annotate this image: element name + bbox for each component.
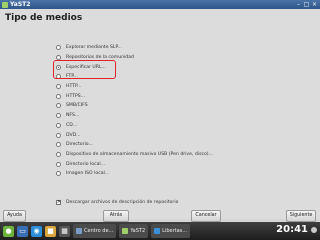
option-label: SMB/CIFS — [66, 103, 88, 109]
option-cd[interactable]: CD... — [56, 121, 213, 131]
checkbox-label: Descargar archivos de descripción de rep… — [66, 200, 179, 205]
maximize-icon[interactable]: □ — [303, 1, 310, 8]
option-label: Explorar mediante SLP... — [66, 45, 122, 51]
option-local-iso[interactable]: Imagen ISO local... — [56, 169, 213, 179]
minimize-icon[interactable]: – — [295, 1, 302, 8]
option-label: Dispositivo de almacenamiento masivo USB… — [66, 151, 213, 157]
option-label: NFS... — [66, 113, 80, 119]
close-icon[interactable]: × — [311, 1, 318, 8]
option-dvd[interactable]: DVD... — [56, 130, 213, 140]
radio-button[interactable] — [56, 113, 61, 119]
yast-icon — [122, 228, 129, 234]
radio-button[interactable] — [56, 103, 61, 109]
option-local-directory[interactable]: Directorio local... — [56, 159, 213, 169]
option-usb[interactable]: Dispositivo de almacenamiento masivo USB… — [56, 150, 213, 160]
download-description-checkbox-row[interactable]: ✕ Descargar archivos de descripción de r… — [56, 200, 178, 205]
window-controls: – □ × — [295, 1, 318, 8]
radio-button[interactable] — [56, 142, 61, 148]
download-description-checkbox[interactable]: ✕ — [56, 200, 61, 205]
option-label: CD... — [66, 122, 78, 128]
browser-icon[interactable]: ◉ — [31, 225, 42, 237]
option-label: HTTP... — [66, 84, 82, 90]
start-menu-icon[interactable]: ● — [3, 225, 14, 237]
task-libertas[interactable]: Libertas... — [151, 224, 191, 238]
option-smb[interactable]: SMB/CIFS — [56, 101, 213, 111]
yast-icon — [2, 1, 8, 8]
tray-icon[interactable] — [311, 227, 317, 233]
main-content: Tipo de medios Explorar mediante SLP... … — [0, 9, 320, 222]
radio-button[interactable] — [56, 45, 61, 51]
option-label: DVD... — [66, 132, 81, 138]
option-https[interactable]: HTTPS... — [56, 91, 213, 101]
window-title: YaST2 — [10, 1, 31, 8]
radio-button[interactable] — [56, 122, 61, 128]
task-label: YaST2 — [130, 228, 146, 234]
radio-button[interactable] — [56, 161, 61, 167]
task-label: Libertas... — [162, 228, 188, 234]
cancel-button[interactable]: Cancelar — [191, 210, 221, 222]
files-icon[interactable]: ■ — [45, 225, 56, 237]
task-control-center[interactable]: Centro de... — [73, 224, 117, 238]
option-slp[interactable]: Explorar mediante SLP... — [56, 43, 213, 53]
option-label: Imagen ISO local... — [66, 171, 110, 177]
radio-button[interactable] — [56, 151, 61, 157]
clock[interactable]: 20:41 — [276, 224, 308, 235]
pager-icon[interactable]: ▦ — [59, 225, 70, 237]
app-icon — [154, 228, 161, 234]
back-button[interactable]: Atrás — [103, 210, 129, 222]
radio-button[interactable] — [56, 171, 61, 177]
option-label: Directorio local... — [66, 161, 106, 167]
window-titlebar[interactable]: YaST2 – □ × — [0, 0, 320, 9]
option-label: HTTPS... — [66, 93, 86, 99]
option-label: Directorio... — [66, 142, 93, 148]
task-yast2[interactable]: YaST2 — [119, 224, 149, 238]
option-http[interactable]: HTTP... — [56, 82, 213, 92]
option-nfs[interactable]: NFS... — [56, 111, 213, 121]
radio-button[interactable] — [56, 93, 61, 99]
help-button[interactable]: Ayuda — [3, 210, 26, 222]
option-directory[interactable]: Directorio... — [56, 140, 213, 150]
desktop-icon[interactable]: ▭ — [17, 225, 28, 237]
task-label: Centro de... — [84, 228, 114, 234]
highlight-annotation — [53, 60, 116, 79]
radio-button[interactable] — [56, 132, 61, 138]
taskbar: ● ▭ ◉ ■ ▦ Centro de... YaST2 Libertas...… — [0, 222, 320, 240]
app-icon — [76, 228, 82, 234]
page-title: Tipo de medios — [5, 13, 83, 23]
next-button[interactable]: Siguiente — [286, 210, 316, 222]
radio-button[interactable] — [56, 84, 61, 90]
